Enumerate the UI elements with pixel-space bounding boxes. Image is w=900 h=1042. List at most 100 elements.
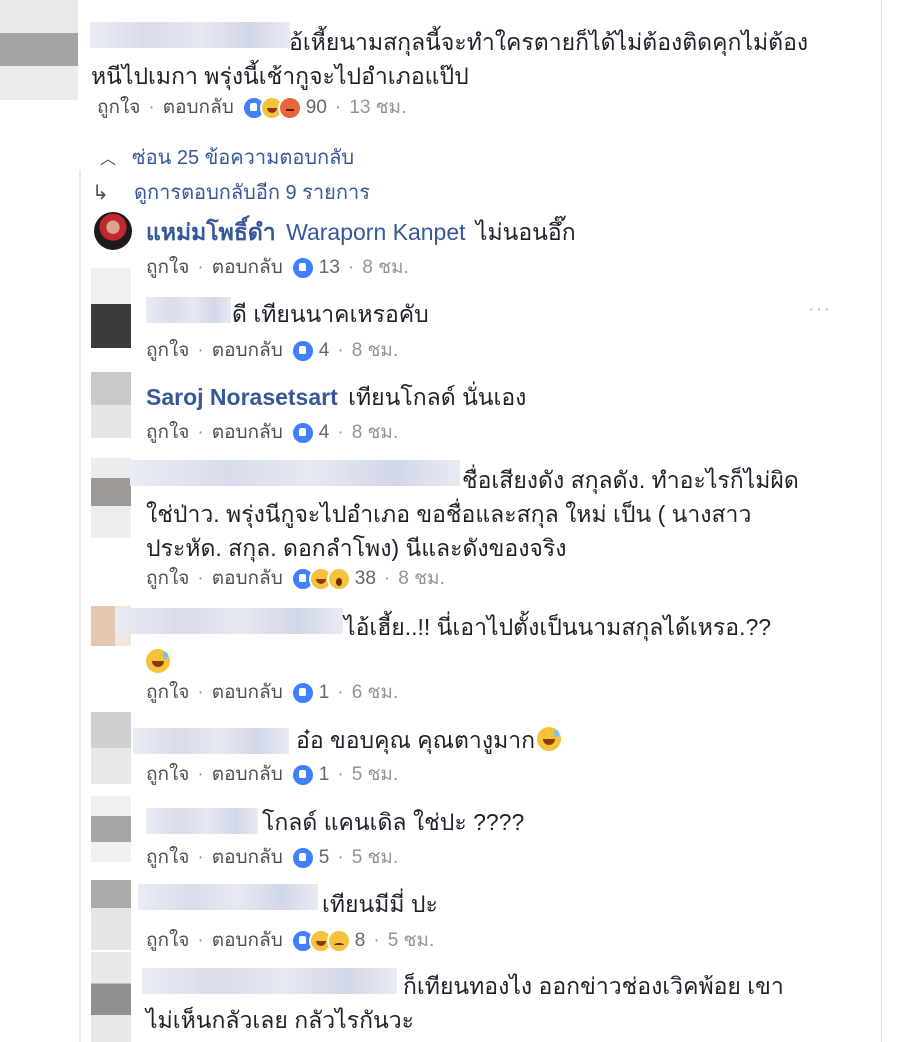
- avatar[interactable]: [94, 212, 132, 250]
- comment-text: ไอ้เฮี้ย..!! นี่เอาไปตั้งเป็นนามสกุลได้เ…: [344, 614, 772, 640]
- reaction-count: 1: [318, 682, 330, 703]
- timestamp[interactable]: 8 ชม.: [352, 338, 399, 364]
- reaction-summary[interactable]: [290, 846, 315, 870]
- avatar[interactable]: [91, 796, 131, 862]
- list-item: แหม่มโพธิ์ดำ Waraporn Kanpet ไม่นอนอึ๊ก: [146, 215, 576, 249]
- reaction-summary[interactable]: [290, 567, 351, 591]
- comment-actions: ถูกใจ · ตอบกลับ 4 · 8 ชม.: [146, 338, 398, 364]
- reply-link[interactable]: ตอบกลับ: [163, 95, 234, 121]
- like-link[interactable]: ถูกใจ: [146, 680, 189, 706]
- comment-text: โกลด์ แคนเดิล ใช่ปะ ????: [262, 809, 525, 835]
- like-icon: [290, 846, 315, 870]
- like-link[interactable]: ถูกใจ: [97, 95, 140, 121]
- blurred-name: [130, 460, 460, 486]
- timestamp[interactable]: 5 ชม.: [388, 928, 435, 954]
- like-icon: [290, 339, 315, 363]
- comment-text: ไม่เห็นกลัวเลย กลัวไรกันวะ: [146, 1007, 415, 1033]
- reply-thread-line: [79, 170, 81, 1042]
- comment-text: ชื่อเสียงดัง สกุลดัง. ทำอะไรก็ไม่ผิด: [462, 467, 799, 493]
- reaction-summary[interactable]: [290, 339, 315, 363]
- like-link[interactable]: ถูกใจ: [146, 928, 189, 954]
- angry-icon: [277, 96, 302, 120]
- hide-replies-link[interactable]: ︿ ซ่อน 25 ข้อความตอบกลับ: [100, 141, 354, 173]
- view-more-replies-link[interactable]: ↳ ดูการตอบกลับอีก 9 รายการ: [92, 176, 370, 208]
- reply-link[interactable]: ตอบกลับ: [212, 255, 283, 281]
- avatar[interactable]: [91, 880, 131, 950]
- reaction-count: 4: [318, 340, 330, 361]
- reaction-summary[interactable]: [290, 929, 351, 953]
- like-icon: [290, 681, 315, 705]
- like-link[interactable]: ถูกใจ: [146, 845, 189, 871]
- reply-link[interactable]: ตอบกลับ: [212, 566, 283, 592]
- like-link[interactable]: ถูกใจ: [146, 255, 189, 281]
- sad-icon: [326, 929, 351, 953]
- reaction-count: 4: [318, 422, 330, 443]
- reply-link[interactable]: ตอบกลับ: [212, 928, 283, 954]
- reply-link[interactable]: ตอบกลับ: [212, 338, 283, 364]
- avatar[interactable]: [91, 268, 131, 348]
- reply-link[interactable]: ตอบกลับ: [212, 420, 283, 446]
- list-item: Saroj Norasetsart เทียนโกลด์ นั่นเอง: [146, 380, 526, 414]
- reaction-count: 90: [305, 97, 327, 118]
- comment-text: ใช่ป่าว. พรุ่งนีกูจะไปอำเภอ ขอชื่อและสกุ…: [146, 501, 752, 527]
- reaction-count: 8: [354, 930, 366, 951]
- comment-text: ประหัด. สกุล. ดอกลำโพง) นีและดังของจริง: [146, 535, 567, 561]
- timestamp[interactable]: 6 ชม.: [352, 680, 399, 706]
- blurred-name: [90, 22, 290, 48]
- comment-actions: ถูกใจ · ตอบกลับ 4 · 8 ชม.: [146, 420, 398, 446]
- reply-link[interactable]: ตอบกลับ: [212, 680, 283, 706]
- like-link[interactable]: ถูกใจ: [146, 566, 189, 592]
- chevron-up-icon: ︿: [100, 151, 117, 168]
- blurred-name: [146, 808, 258, 834]
- comment-text: อ้เหี้ยนามสกุลนี้จะทำใครตายก็ได้ไม่ต้องต…: [289, 29, 809, 55]
- like-icon: [290, 421, 315, 445]
- reply-link[interactable]: ตอบกลับ: [212, 845, 283, 871]
- avatar[interactable]: [91, 372, 131, 438]
- sweat-smile-emoji-icon: [146, 649, 170, 673]
- comment-actions: ถูกใจ · ตอบกลับ 38 · 8 ชม.: [146, 566, 445, 592]
- timestamp[interactable]: 8 ชม.: [362, 255, 409, 281]
- blurred-name: [115, 608, 343, 634]
- like-link[interactable]: ถูกใจ: [146, 762, 189, 788]
- comment-thread: อ้เหี้ยนามสกุลนี้จะทำใครตายก็ได้ไม่ต้องต…: [0, 0, 900, 1042]
- blurred-name: [142, 968, 397, 994]
- comment-text: ดี เทียนนาคเหรอคับ: [232, 301, 429, 327]
- timestamp[interactable]: 5 ชม.: [352, 762, 399, 788]
- reaction-summary[interactable]: [290, 256, 315, 280]
- author-name[interactable]: Saroj Norasetsart: [146, 384, 338, 410]
- like-icon: [290, 256, 315, 280]
- comment-text: ก็เทียนทองไง ออกข่าวช่องเวิคพ้อย เขา: [403, 973, 784, 999]
- reply-arrow-icon: ↳: [92, 181, 109, 204]
- avatar[interactable]: [91, 458, 131, 538]
- reaction-summary[interactable]: [290, 421, 315, 445]
- more-options-icon[interactable]: ···: [808, 298, 831, 321]
- mention-tag[interactable]: Waraporn Kanpet: [286, 219, 465, 245]
- comment-text: หนีไปเมกา พรุ่งนี้เช้ากูจะไปอำเภอแป๊ป: [91, 63, 469, 89]
- blurred-name: [146, 297, 231, 323]
- comment-actions: ถูกใจ · ตอบกลับ 5 · 5 ชม.: [146, 845, 398, 871]
- comment-text: ไม่นอนอึ๊ก: [475, 219, 576, 245]
- reply-link[interactable]: ตอบกลับ: [212, 762, 283, 788]
- avatar[interactable]: [91, 952, 131, 1042]
- author-name[interactable]: แหม่มโพธิ์ดำ: [146, 219, 276, 245]
- avatar[interactable]: [0, 0, 78, 100]
- comment-actions: ถูกใจ · ตอบกลับ 13 · 8 ชม.: [146, 255, 409, 281]
- timestamp[interactable]: 5 ชม.: [352, 845, 399, 871]
- reaction-summary[interactable]: [241, 96, 302, 120]
- avatar[interactable]: [91, 712, 131, 784]
- timestamp[interactable]: 13 ชม.: [349, 95, 406, 121]
- comment-actions: ถูกใจ · ตอบกลับ 1 · 6 ชม.: [146, 680, 398, 706]
- reaction-count: 38: [354, 568, 376, 589]
- like-icon: [290, 763, 315, 787]
- reaction-summary[interactable]: [290, 681, 315, 705]
- comment-actions: ถูกใจ · ตอบกลับ 1 · 5 ชม.: [146, 762, 398, 788]
- comment-text: อ๋อ ขอบคุณ คุณตางูมาก: [296, 723, 562, 757]
- reaction-summary[interactable]: [290, 763, 315, 787]
- sweat-smile-emoji-icon: [537, 727, 562, 751]
- like-link[interactable]: ถูกใจ: [146, 420, 189, 446]
- timestamp[interactable]: 8 ชม.: [398, 566, 445, 592]
- comment-actions: ถูกใจ · ตอบกลับ 90 · 13 ชม.: [97, 95, 406, 121]
- comment-text: เทียนโกลด์ นั่นเอง: [348, 384, 527, 410]
- like-link[interactable]: ถูกใจ: [146, 338, 189, 364]
- timestamp[interactable]: 8 ชม.: [352, 420, 399, 446]
